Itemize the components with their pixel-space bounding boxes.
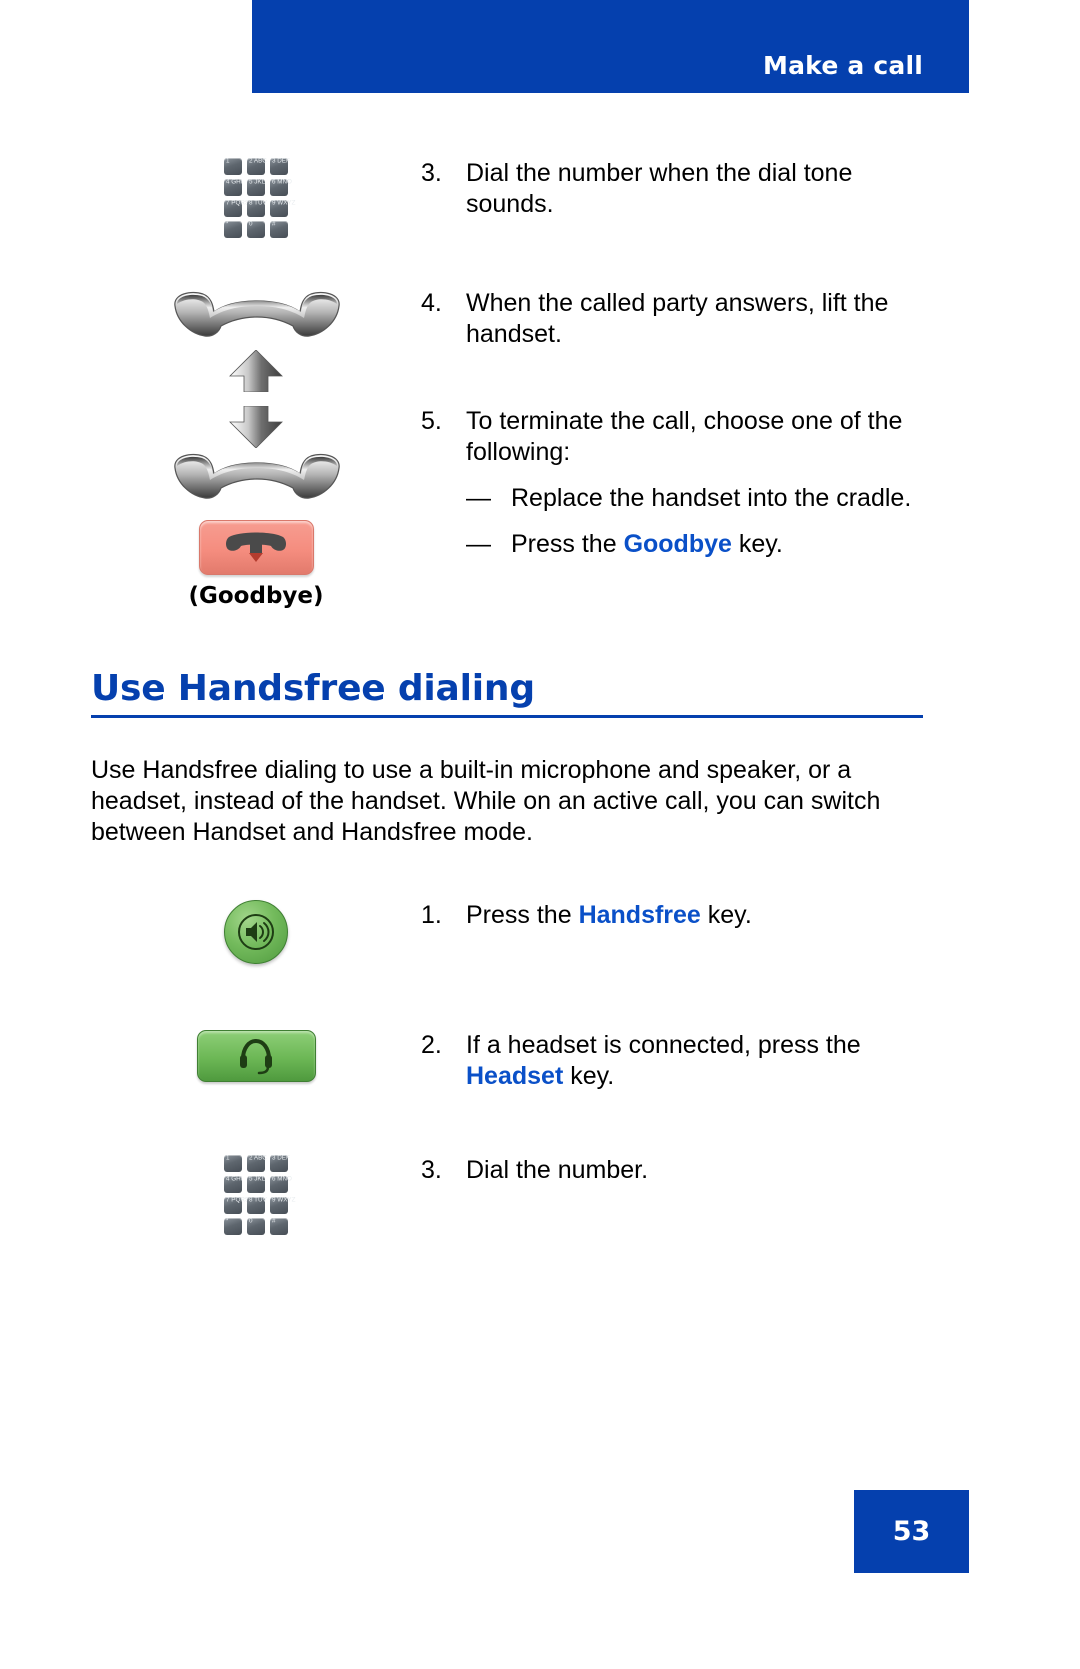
handsfree-step-2-text: If a headset is connected, press the Hea… — [466, 1031, 861, 1090]
arrow-down-shape — [229, 406, 283, 448]
handsfree-step-3-number: 3. — [421, 1156, 442, 1184]
section-divider — [91, 715, 923, 718]
dialpad-key: 7 PQRS — [224, 1197, 249, 1214]
goodbye-key-button[interactable] — [198, 520, 314, 575]
handsfree-step-1-body: 1. Press the Handsfree key. — [421, 900, 752, 931]
handset-lift-icon — [169, 288, 344, 392]
dialpad-key: 8 TUV — [247, 200, 267, 217]
goodbye-key-caption: (Goodbye) — [188, 583, 324, 609]
dialpad-key: 1 — [224, 1155, 242, 1172]
arrow-up-icon — [226, 350, 286, 392]
dialpad-key: # — [270, 221, 288, 238]
dialpad-key: 8 TUV — [247, 1197, 267, 1214]
dialpad-key: 7 PQRS — [224, 200, 249, 217]
arrow-down-icon — [226, 406, 286, 448]
dialpad-key: 3 DEF — [270, 1155, 290, 1172]
step-3-body: 3. Dial the number when the dial tone so… — [421, 158, 936, 220]
headset-icon — [240, 1038, 272, 1075]
handsfree-step-3-body: 3. Dial the number. — [421, 1155, 648, 1186]
handsfree-step-1-text: Press the Handsfree key. — [466, 901, 752, 929]
page-title: Use Handsfree dialing — [91, 668, 535, 709]
handsfree-keyword: Handsfree — [578, 901, 701, 929]
headset-key-icon[interactable] — [196, 1030, 316, 1082]
headset-keyword: Headset — [466, 1062, 564, 1090]
dialpad-key: # — [270, 1218, 288, 1235]
page-number-box: 53 — [854, 1490, 969, 1573]
step-4-icon-cell — [91, 288, 421, 392]
section-heading-block: Use Handsfree dialing — [91, 668, 923, 718]
dialpad-key: 0 — [247, 221, 265, 238]
dialpad-icon: 1 2 ABC 3 DEF 4 GHI 5 JKL 6 MNO 7 PQRS 8… — [224, 158, 295, 238]
handsfree-step-1-icon-cell — [91, 900, 421, 964]
dialpad-key: * — [224, 221, 242, 238]
dialpad-key: 5 JKL — [247, 1176, 265, 1193]
section-intro-paragraph: Use Handsfree dialing to use a built-in … — [91, 756, 881, 846]
dialpad-key: 2 ABC — [247, 158, 267, 175]
handsfree-step-row-3: 1 2 ABC 3 DEF 4 GHI 5 JKL 6 MNO 7 PQRS 8… — [91, 1155, 648, 1235]
page-header-band: Make a call — [252, 0, 969, 93]
sub-item-dash: — — [466, 530, 491, 558]
handsfree-step-row-2: 2. If a headset is connected, press the … — [91, 1030, 936, 1092]
handsfree-step-2-number: 2. — [421, 1031, 442, 1059]
step-5-number: 5. — [421, 407, 442, 435]
step-4-text: When the called party answers, lift the … — [466, 289, 889, 348]
step-5-sub-item-1: — Replace the handset into the cradle. — [466, 483, 936, 514]
step-row-3: 1 2 ABC 3 DEF 4 GHI 5 JKL 6 MNO 7 PQRS 8… — [91, 158, 936, 238]
arrow-up-shape — [229, 350, 283, 392]
handset-shape — [173, 453, 340, 499]
page-number: 53 — [892, 1516, 931, 1547]
dialpad-icon: 1 2 ABC 3 DEF 4 GHI 5 JKL 6 MNO 7 PQRS 8… — [224, 1155, 295, 1235]
dialpad-key: * — [224, 1218, 242, 1235]
step-5-sub-item-2: — Press the Goodbye key. — [466, 529, 936, 560]
sub-item-dash: — — [466, 484, 491, 512]
sub-item-text: Replace the handset into the cradle. — [511, 484, 912, 512]
handset-icon — [169, 450, 344, 512]
dialpad-key: 6 MNO — [270, 1176, 292, 1193]
page-header-title: Make a call — [763, 51, 923, 80]
handsfree-step-3-icon-cell: 1 2 ABC 3 DEF 4 GHI 5 JKL 6 MNO 7 PQRS 8… — [91, 1155, 421, 1235]
handsfree-step-1-number: 1. — [421, 901, 442, 929]
dialpad-key: 4 GHI — [224, 179, 242, 196]
step-3-icon-cell: 1 2 ABC 3 DEF 4 GHI 5 JKL 6 MNO 7 PQRS 8… — [91, 158, 421, 238]
step-5-body: 5. To terminate the call, choose one of … — [421, 406, 936, 560]
dialpad-key: 4 GHI — [224, 1176, 242, 1193]
handsfree-step-row-1: 1. Press the Handsfree key. — [91, 900, 752, 964]
sub-item-text: Press the Goodbye key. — [511, 530, 783, 558]
handsfree-key-icon[interactable] — [224, 900, 288, 964]
step-4-body: 4. When the called party answers, lift t… — [421, 288, 936, 350]
step-3-number: 3. — [421, 159, 442, 187]
handsfree-step-3-text: Dial the number. — [466, 1156, 649, 1184]
dialpad-key: 9 WXYZ — [270, 1197, 295, 1214]
step-5-icon-cell: (Goodbye) — [91, 406, 421, 609]
handsfree-step-2-icon-cell — [91, 1030, 421, 1082]
step-row-4: 4. When the called party answers, lift t… — [91, 288, 936, 392]
handset-shape — [173, 291, 340, 337]
step-4-number: 4. — [421, 289, 442, 317]
dialpad-key: 2 ABC — [247, 1155, 267, 1172]
speaker-icon — [238, 914, 274, 950]
handset-replace-goodbye-icon: (Goodbye) — [169, 406, 344, 609]
dialpad-key: 0 — [247, 1218, 265, 1235]
goodbye-keyword: Goodbye — [623, 530, 732, 558]
dialpad-key: 3 DEF — [270, 158, 290, 175]
phone-down-icon — [226, 532, 286, 562]
dialpad-key: 1 — [224, 158, 242, 175]
dialpad-key: 6 MNO — [270, 179, 292, 196]
dialpad-key: 5 JKL — [247, 179, 265, 196]
step-5-main: 5. To terminate the call, choose one of … — [421, 406, 936, 468]
handsfree-step-2-body: 2. If a headset is connected, press the … — [421, 1030, 936, 1092]
dialpad-key: 9 WXYZ — [270, 200, 295, 217]
step-3-text: Dial the number when the dial tone sound… — [466, 159, 853, 218]
step-5-text: To terminate the call, choose one of the… — [466, 407, 903, 466]
step-row-5: (Goodbye) 5. To terminate the call, choo… — [91, 406, 936, 609]
handset-icon — [169, 288, 344, 350]
